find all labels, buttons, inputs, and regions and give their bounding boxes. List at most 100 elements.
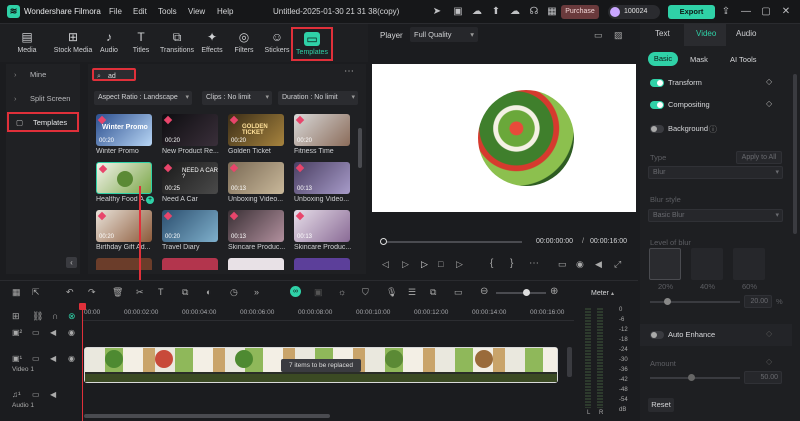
text-icon[interactable]: T [158, 287, 164, 297]
color-icon[interactable]: ◐ [206, 287, 211, 297]
zoom-in-icon[interactable]: ⊕ [550, 286, 558, 297]
undo-icon[interactable]: ↶ [66, 287, 74, 298]
export-button[interactable]: Export [668, 5, 715, 19]
amount-slider[interactable] [650, 377, 740, 379]
tab-stock-media[interactable]: ⊞ Stock Media [48, 24, 98, 62]
template-thumb[interactable]: 00:13 [228, 210, 284, 242]
compositing-toggle[interactable] [650, 101, 664, 109]
scrollbar[interactable] [358, 128, 362, 168]
mic-icon[interactable]: 🎙 [386, 287, 397, 298]
template-thumb[interactable]: 00:13 [294, 162, 350, 194]
playhead[interactable] [82, 305, 83, 421]
template-thumb[interactable]: 00:20 [162, 210, 218, 242]
volume-icon[interactable]: ◀ [595, 259, 602, 270]
template-thumb[interactable]: GOLDEN TICKET 00:20 [228, 114, 284, 146]
upload-icon[interactable]: ⇪ [720, 6, 732, 18]
template-thumb[interactable]: Winter Promo 00:20 [96, 114, 152, 146]
template-thumb[interactable]: NEED A CAR ? 00:25 [162, 162, 218, 194]
clips-filter[interactable]: Clips : No limit ▾ [202, 91, 272, 105]
apply-to-all-button[interactable]: Apply to All [736, 151, 782, 164]
blur-slider-handle[interactable] [664, 298, 671, 305]
menu-help[interactable]: Help [217, 7, 233, 16]
volume-icon[interactable]: ◀ [50, 390, 56, 399]
template-clip[interactable]: 7 items to be replaced [84, 347, 558, 383]
volume-icon[interactable]: ◀ [50, 328, 56, 337]
tab-audio[interactable]: ♪ Audio [96, 24, 122, 62]
zoom-out-icon[interactable]: ⊖ [480, 286, 488, 297]
background-toggle[interactable] [650, 125, 664, 133]
mark-out-icon[interactable]: } [510, 258, 513, 269]
blur-level-option[interactable] [691, 248, 723, 280]
amount-value[interactable]: 50.00 [744, 371, 782, 384]
crop-icon[interactable]: ⧉ [182, 287, 188, 298]
magnet-icon[interactable]: ∩ [52, 311, 58, 321]
more-icon[interactable]: ⋯ [344, 66, 354, 77]
reset-button[interactable]: Reset [648, 398, 674, 412]
credits-badge[interactable]: 100024 [608, 5, 660, 19]
time-ruler[interactable]: 00:00 00:00:02:00 00:00:04:00 00:00:06:0… [82, 307, 574, 321]
subtab-mask[interactable]: Mask [690, 55, 708, 64]
zoom-slider[interactable] [496, 292, 546, 294]
link-icon[interactable]: ⛓ [32, 311, 43, 322]
grid-icon[interactable]: ▦ [12, 287, 21, 298]
minimize-icon[interactable]: — [740, 6, 752, 18]
close-icon[interactable]: ✕ [780, 6, 792, 18]
speed-icon[interactable]: ◷ [230, 287, 238, 298]
timeline-vscrollbar[interactable] [567, 347, 572, 377]
chevron-up-icon[interactable]: ▴ [611, 290, 614, 297]
eye-icon[interactable]: ◉ [68, 328, 75, 337]
tab-media[interactable]: ▤ Media [12, 24, 42, 62]
template-thumb[interactable]: 00:20 [294, 114, 350, 146]
snap-icon[interactable]: ⧉ [430, 287, 436, 298]
aspect-ratio-filter[interactable]: Aspect Ratio : Landscape ▾ [94, 91, 192, 105]
template-thumb[interactable]: 00:13 [294, 210, 350, 242]
sync-icon[interactable]: ☁ [509, 6, 521, 18]
quality-select[interactable]: Full Quality ▾ [410, 27, 478, 42]
search-input[interactable]: ⌕ ad [92, 68, 136, 81]
tab-video[interactable]: Video [684, 24, 726, 46]
marker-icon[interactable]: ▭ [454, 287, 463, 298]
snapshot-view-icon[interactable]: ▨ [614, 30, 623, 41]
folder-icon[interactable]: ▭ [32, 390, 40, 399]
duration-filter[interactable]: Duration : No limit ▾ [278, 91, 358, 105]
play-back-icon[interactable]: ▷ [402, 259, 409, 270]
play-icon[interactable]: ▷ [421, 259, 428, 270]
blur-level-option[interactable] [733, 248, 765, 280]
backup-icon[interactable]: ⬆ [490, 6, 502, 18]
tab-text[interactable]: Text [655, 29, 670, 38]
tab-filters[interactable]: ◎ Filters [230, 24, 258, 62]
sidebar-item-mine[interactable]: › Mine [6, 66, 80, 84]
purchase-button[interactable]: Purchase [561, 5, 599, 19]
help-icon[interactable]: ⓘ [709, 124, 717, 135]
maximize-icon[interactable]: ▢ [760, 6, 772, 18]
progress-bar[interactable] [382, 241, 522, 243]
next-frame-icon[interactable]: ▷ [456, 259, 463, 270]
image-icon[interactable]: ▣ [452, 6, 464, 18]
tab-effects[interactable]: ✦ Effects [197, 24, 227, 62]
render-icon[interactable]: ▣ [314, 287, 323, 298]
more-tools-icon[interactable]: » [254, 287, 259, 297]
tab-transitions[interactable]: ⧉ Transitions [157, 24, 197, 62]
ripple-icon[interactable]: ⊗ [68, 311, 76, 322]
redo-icon[interactable]: ↷ [88, 287, 96, 298]
progress-handle[interactable] [380, 238, 387, 245]
blur-style-select[interactable]: Basic Blur ▾ [648, 209, 783, 222]
preview-canvas[interactable] [372, 64, 636, 212]
scrollbar[interactable] [793, 74, 797, 234]
sun-icon[interactable]: ☼ [338, 287, 346, 297]
tab-titles[interactable]: T Titles [126, 24, 156, 62]
transform-toggle[interactable] [650, 79, 664, 87]
keyframe-icon[interactable]: ◇ [766, 357, 772, 366]
cloud-icon[interactable]: ☁ [471, 6, 483, 18]
select-icon[interactable]: ⇱ [32, 287, 40, 298]
blur-value[interactable]: 20.00 [744, 295, 772, 308]
add-track-icon[interactable]: ⊞ [12, 311, 20, 322]
shield-icon[interactable]: ⛉ [362, 287, 369, 298]
template-thumb[interactable] [294, 258, 350, 270]
collapse-sidebar-button[interactable]: ‹ [66, 257, 77, 268]
mark-in-icon[interactable]: { [490, 258, 493, 269]
stop-icon[interactable]: □ [438, 259, 443, 269]
meter-label[interactable]: Meter [591, 290, 609, 297]
sidebar-item-templates[interactable]: ▢ Templates [7, 112, 79, 132]
template-thumb[interactable]: 00:20 [162, 114, 218, 146]
